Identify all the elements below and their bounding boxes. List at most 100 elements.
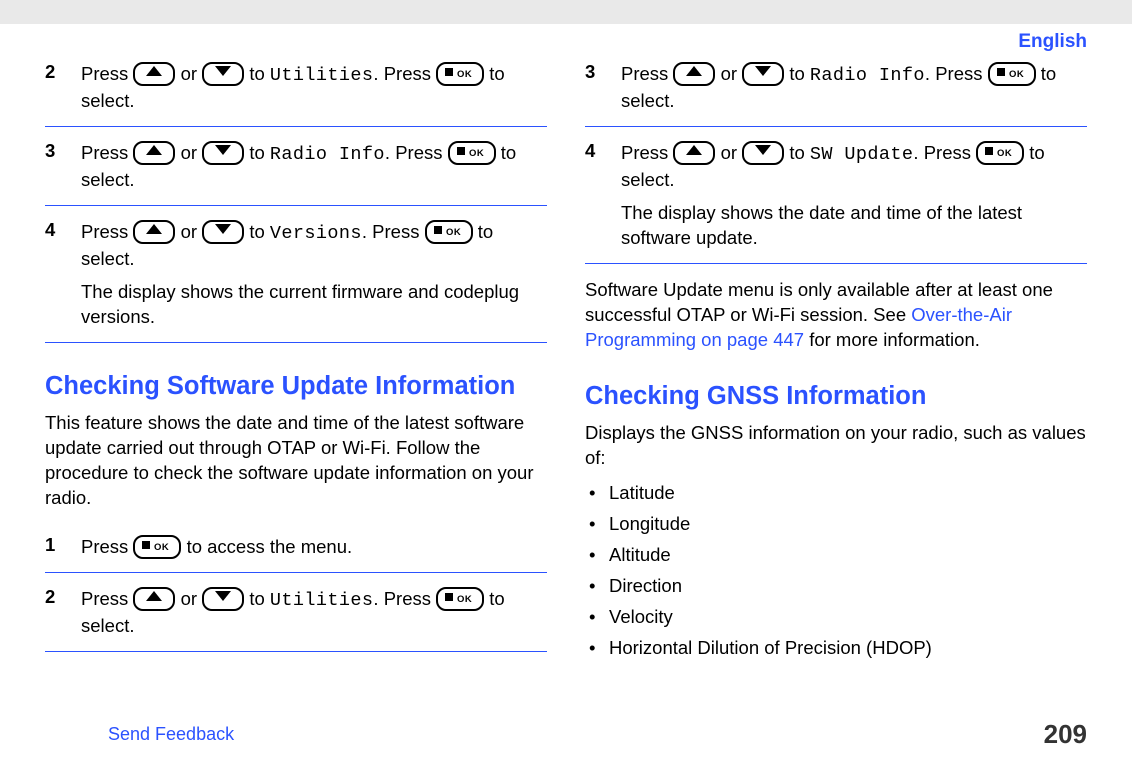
text: for more information. [804,329,980,350]
text: . Press [913,142,976,163]
menu-item: Radio Info [810,65,925,86]
menu-item: Versions [270,223,362,244]
text: to [249,63,270,84]
text: . Press [373,63,436,84]
section-heading: Checking GNSS Information [585,379,1087,413]
text: or [721,142,743,163]
step-number: 4 [45,218,73,330]
up-button-icon [673,62,715,86]
up-button-icon [133,62,175,86]
svg-text:OK: OK [457,69,472,80]
step-number: 4 [585,139,613,251]
section-heading: Checking Software Update Information [45,369,547,403]
menu-item: SW Update [810,144,914,165]
step-item: 3 Press or to Radio Info. Press OK to se… [585,62,1087,127]
step-number: 2 [45,585,73,639]
svg-text:OK: OK [457,594,472,605]
svg-text:OK: OK [446,227,461,238]
step-extra: The display shows the date and time of t… [621,201,1087,251]
step-number: 3 [45,139,73,193]
text: to [249,588,270,609]
menu-item: Utilities [270,65,374,86]
list-item: Latitude [585,481,1087,506]
text: to [789,63,810,84]
step-item: 2 Press or to Utilities. Press OK to sel… [45,573,547,652]
list-item: Horizontal Dilution of Precision (HDOP) [585,636,1087,661]
text: or [181,142,203,163]
down-button-icon [202,220,244,244]
text: to [249,142,270,163]
list-item: Velocity [585,605,1087,630]
step-extra: The display shows the current firmware a… [81,280,547,330]
bullet-list: Latitude Longitude Altitude Direction Ve… [585,481,1087,661]
step-body: Press or to Versions. Press OK to select… [81,220,547,330]
step-item: 1 Press OK to access the menu. [45,521,547,573]
step-number: 2 [45,60,73,114]
up-button-icon [673,141,715,165]
text: Press [81,63,133,84]
step-number: 3 [585,60,613,114]
text: Press [81,221,133,242]
footer: Send Feedback 209 [0,717,1132,752]
step-item: 2 Press or to Utilities. Press OK to sel… [45,62,547,127]
topbar [0,0,1132,24]
step-item: 4 Press or to Versions. Press OK to sele… [45,206,547,343]
up-button-icon [133,220,175,244]
menu-item: Radio Info [270,144,385,165]
list-item: Altitude [585,543,1087,568]
down-button-icon [742,62,784,86]
left-column: 2 Press or to Utilities. Press OK to sel… [45,62,547,667]
step-number: 1 [45,533,73,560]
language-label: English [1018,29,1087,55]
post-paragraph: Software Update menu is only available a… [585,278,1087,353]
text: to access the menu. [187,536,353,557]
down-button-icon [202,587,244,611]
step-item: 3 Press or to Radio Info. Press OK to se… [45,127,547,206]
right-column: 3 Press or to Radio Info. Press OK to se… [585,62,1087,667]
step-body: Press OK to access the menu. [81,535,547,560]
ok-button-icon: OK [976,141,1024,165]
section-intro: Displays the GNSS information on your ra… [585,421,1087,471]
svg-text:OK: OK [1009,69,1024,80]
ok-button-icon: OK [988,62,1036,86]
step-item: 4 Press or to SW Update. Press OK to sel… [585,127,1087,264]
page-columns: 2 Press or to Utilities. Press OK to sel… [0,24,1132,667]
text: . Press [362,221,425,242]
ok-button-icon: OK [436,587,484,611]
text: Press [81,142,133,163]
up-button-icon [133,587,175,611]
down-button-icon [202,141,244,165]
text: . Press [385,142,448,163]
step-body: Press or to Radio Info. Press OK to sele… [81,141,547,193]
ok-button-icon: OK [436,62,484,86]
text: or [721,63,743,84]
menu-item: Utilities [270,590,374,611]
text: Press [621,142,673,163]
text: to [789,142,810,163]
text: Press [81,536,133,557]
text: . Press [373,588,436,609]
send-feedback-link[interactable]: Send Feedback [108,722,234,746]
text: or [181,588,203,609]
text: or [181,221,203,242]
up-button-icon [133,141,175,165]
step-body: Press or to Utilities. Press OK to selec… [81,587,547,639]
text: to [249,221,270,242]
text: or [181,63,203,84]
down-button-icon [742,141,784,165]
step-body: Press or to Radio Info. Press OK to sele… [621,62,1087,114]
ok-button-icon: OK [425,220,473,244]
text: Press [81,588,133,609]
svg-text:OK: OK [997,148,1012,159]
page-number: 209 [1044,717,1087,752]
ok-button-icon: OK [448,141,496,165]
section-intro: This feature shows the date and time of … [45,411,547,511]
step-body: Press or to Utilities. Press OK to selec… [81,62,547,114]
step-body: Press or to SW Update. Press OK to selec… [621,141,1087,251]
svg-text:OK: OK [469,148,484,159]
svg-text:OK: OK [154,542,169,553]
text: Press [621,63,673,84]
list-item: Direction [585,574,1087,599]
list-item: Longitude [585,512,1087,537]
text: . Press [925,63,988,84]
